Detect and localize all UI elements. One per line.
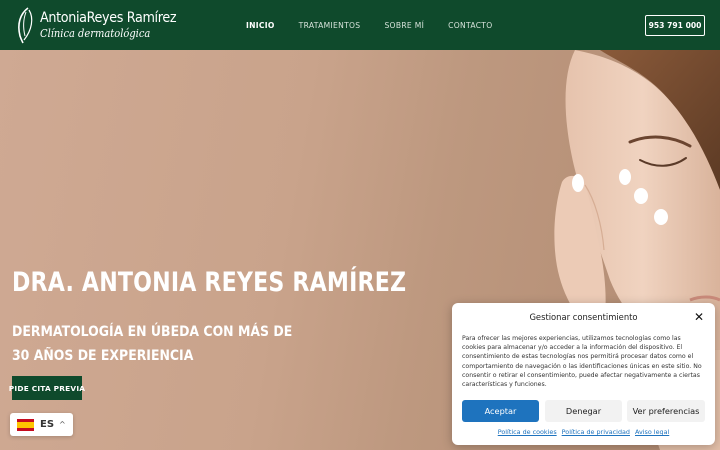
site-header: AntoniaReyes Ramírez Clínica dermatológi…	[0, 0, 720, 50]
consent-text: Para ofrecer las mejores experiencias, u…	[462, 335, 702, 389]
logo-subtitle: Clínica dermatológica	[40, 27, 151, 41]
language-code: ES	[40, 419, 55, 430]
language-switcher[interactable]: ES ^	[10, 413, 73, 436]
accept-button[interactable]: Aceptar	[462, 400, 539, 422]
chevron-up-icon: ^	[59, 420, 66, 429]
hero-subtitle-line-2: 30 AÑOS DE EXPERIENCIA	[12, 348, 194, 364]
hero-subtitle-line-1: DERMATOLOGÍA EN ÚBEDA CON MÁS DE	[12, 324, 293, 340]
cookie-policy-link[interactable]: Política de cookies	[498, 428, 557, 436]
nav-item-contacto[interactable]: CONTACTO	[448, 21, 492, 30]
close-icon[interactable]: ✕	[694, 310, 704, 324]
spain-flag-icon	[17, 418, 34, 431]
book-appointment-button[interactable]: PIDE CITA PREVIA	[9, 376, 85, 400]
consent-title: Gestionar consentimiento	[529, 312, 638, 322]
logo-name: AntoniaReyes Ramírez	[40, 9, 177, 26]
deny-button[interactable]: Denegar	[545, 400, 622, 422]
hero-title: DRA. ANTONIA REYES RAMÍREZ	[12, 267, 407, 298]
site-logo[interactable]: AntoniaReyes Ramírez Clínica dermatológi…	[14, 6, 195, 44]
leaf-logo-icon	[18, 7, 33, 44]
consent-links: Política de cookies Política de privacid…	[452, 428, 715, 436]
phone-button[interactable]: 953 791 000	[645, 15, 705, 36]
nav-item-sobre-mi[interactable]: SOBRE MÍ	[384, 21, 424, 30]
privacy-policy-link[interactable]: Política de privacidad	[562, 428, 630, 436]
hero-subtitle: DERMATOLOGÍA EN ÚBEDA CON MÁS DE 30 AÑOS…	[12, 320, 292, 368]
legal-notice-link[interactable]: Aviso legal	[635, 428, 669, 436]
nav-item-inicio[interactable]: INICIO	[246, 21, 275, 30]
cookie-consent-dialog: Gestionar consentimiento ✕ Para ofrecer …	[452, 303, 715, 445]
view-preferences-button[interactable]: Ver preferencias	[627, 400, 705, 422]
nav-item-tratamientos[interactable]: TRATAMIENTOS	[299, 21, 361, 30]
main-nav: INICIO TRATAMIENTOS SOBRE MÍ CONTACTO	[246, 0, 517, 50]
